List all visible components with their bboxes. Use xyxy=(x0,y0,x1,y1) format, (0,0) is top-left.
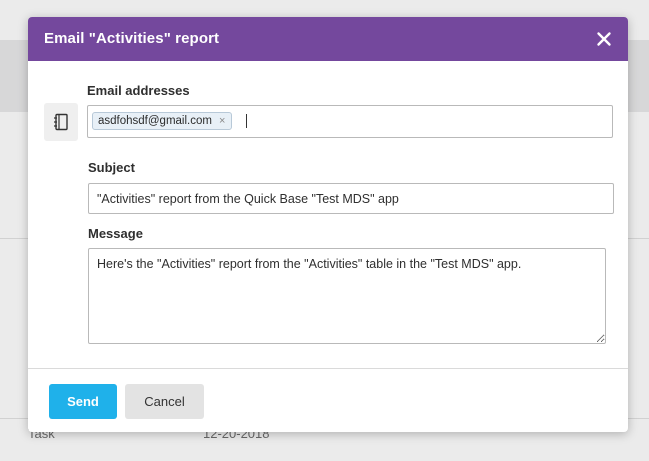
footer-divider xyxy=(28,368,628,369)
send-button[interactable]: Send xyxy=(49,384,117,419)
subject-label: Subject xyxy=(88,160,135,175)
email-chip-label: asdfohsdf@gmail.com xyxy=(98,115,212,127)
address-book-icon xyxy=(54,113,68,131)
email-report-dialog: Email "Activities" report Email addresse… xyxy=(28,17,628,432)
email-chip: asdfohsdf@gmail.com × xyxy=(92,112,233,130)
email-addresses-label: Email addresses xyxy=(87,83,190,98)
cancel-button[interactable]: Cancel xyxy=(125,384,204,419)
dialog-title: Email "Activities" report xyxy=(44,30,220,47)
text-caret xyxy=(246,114,247,128)
close-icon xyxy=(597,32,611,46)
message-textarea[interactable]: Here's the "Activities" report from the … xyxy=(88,248,606,344)
dialog-header: Email "Activities" report xyxy=(28,17,628,61)
email-chip-remove-button[interactable]: × xyxy=(219,115,225,127)
email-addresses-input[interactable]: asdfohsdf@gmail.com × xyxy=(87,105,613,138)
message-label: Message xyxy=(88,226,143,241)
subject-input[interactable] xyxy=(88,183,614,214)
close-button[interactable] xyxy=(594,29,614,49)
address-book-button[interactable] xyxy=(44,103,78,141)
